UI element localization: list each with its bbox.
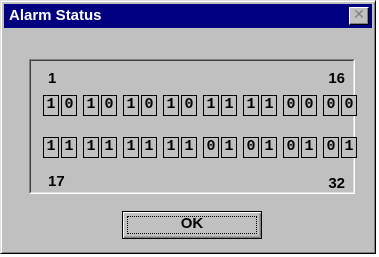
label-start-bottom: 17 — [48, 173, 65, 190]
bit-cell-6: 0 — [141, 95, 157, 116]
bit-cell-8: 0 — [181, 95, 197, 116]
bit-cell-25: 0 — [203, 137, 219, 158]
bit-row-2: 1111111101010101 — [43, 137, 357, 158]
bit-cell-30: 1 — [301, 137, 317, 158]
bit-cell-2: 0 — [61, 95, 77, 116]
bit-cell-27: 0 — [243, 137, 259, 158]
panel-frame: 1 16 1010101011110000 1111111101010101 1… — [30, 60, 357, 193]
bit-cell-3: 1 — [83, 95, 99, 116]
bit-cell-24: 1 — [181, 137, 197, 158]
bit-cell-28: 1 — [261, 137, 277, 158]
bit-cell-4: 0 — [101, 95, 117, 116]
bit-cell-31: 0 — [323, 137, 339, 158]
bit-cell-19: 1 — [83, 137, 99, 158]
bit-cell-20: 1 — [101, 137, 117, 158]
bit-cell-16: 0 — [341, 95, 357, 116]
ok-button[interactable]: OK — [122, 211, 262, 239]
bit-cell-32: 1 — [341, 137, 357, 158]
title-bar[interactable]: Alarm Status ✕ — [4, 4, 372, 28]
close-button[interactable]: ✕ — [349, 7, 369, 25]
alarm-status-dialog: Alarm Status ✕ 1 16 1010101011110000 111… — [0, 0, 376, 254]
bit-cell-9: 1 — [203, 95, 219, 116]
bit-cell-23: 1 — [163, 137, 179, 158]
bit-cell-10: 1 — [221, 95, 237, 116]
bit-cell-26: 1 — [221, 137, 237, 158]
bit-cell-5: 1 — [123, 95, 139, 116]
ok-button-label: OK — [180, 215, 204, 232]
label-end-bottom: 32 — [328, 175, 345, 192]
bit-cell-15: 0 — [323, 95, 339, 116]
bit-cell-14: 0 — [301, 95, 317, 116]
bit-cell-22: 1 — [141, 137, 157, 158]
label-end-top: 16 — [328, 70, 345, 87]
bit-cell-7: 1 — [163, 95, 179, 116]
bit-cell-21: 1 — [123, 137, 139, 158]
bit-cell-17: 1 — [43, 137, 59, 158]
bit-cell-11: 1 — [243, 95, 259, 116]
bit-cell-12: 1 — [261, 95, 277, 116]
bit-cell-13: 0 — [283, 95, 299, 116]
alarm-bits-panel: 1 16 1010101011110000 1111111101010101 1… — [29, 59, 357, 194]
close-icon: ✕ — [353, 7, 365, 23]
window-title: Alarm Status — [9, 7, 102, 24]
bit-cell-1: 1 — [43, 95, 59, 116]
bit-row-1: 1010101011110000 — [43, 95, 357, 116]
bit-cell-29: 0 — [283, 137, 299, 158]
bit-cell-18: 1 — [61, 137, 77, 158]
label-start-top: 1 — [48, 70, 57, 87]
